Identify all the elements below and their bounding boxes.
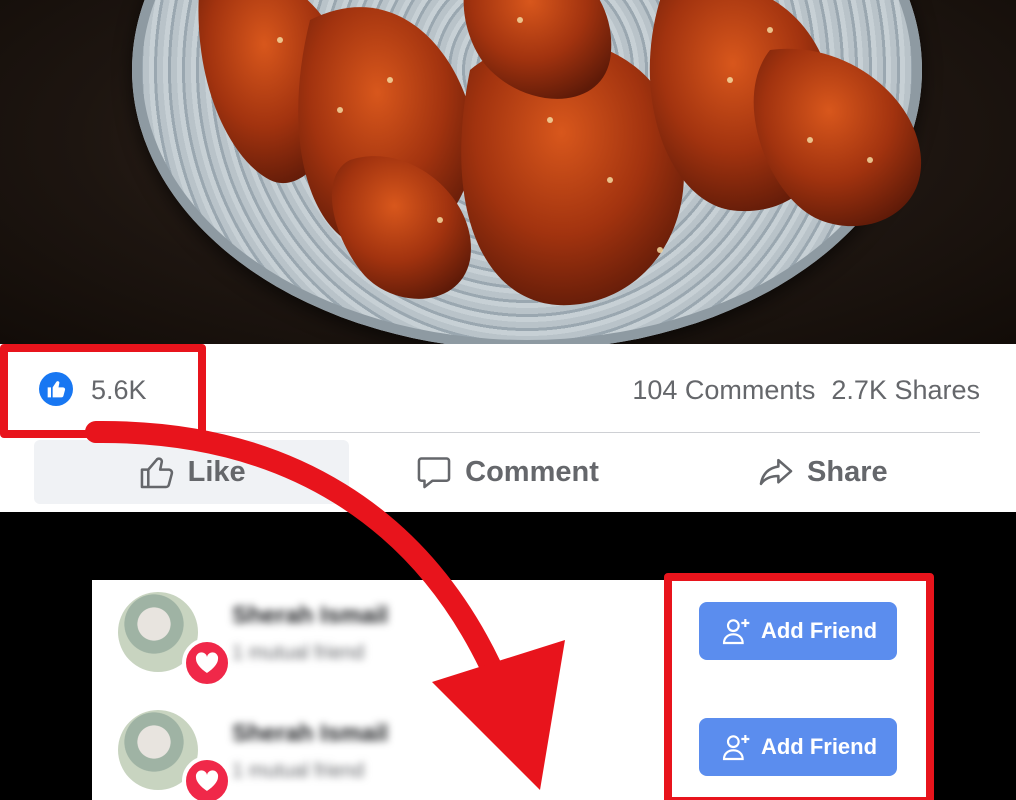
comment-button[interactable]: Comment (349, 440, 664, 504)
share-icon (759, 458, 793, 486)
like-button[interactable]: Like (34, 440, 350, 504)
share-label: Share (807, 455, 888, 488)
share-button[interactable]: Share (665, 440, 980, 504)
reaction-count-highlight (0, 344, 206, 438)
mutual-friends: 1 mutual friend (232, 642, 365, 664)
friend-name[interactable]: Sherah Ismail (232, 720, 388, 748)
fried-chicken (198, 0, 922, 306)
comment-icon (417, 457, 451, 489)
avatar[interactable] (118, 710, 232, 800)
avatar[interactable] (118, 592, 232, 688)
add-friend-highlight (664, 573, 934, 800)
comments-count[interactable]: 104 Comments (632, 375, 815, 406)
post-photo[interactable] (0, 0, 1016, 344)
shares-count[interactable]: 2.7K Shares (831, 375, 980, 406)
post-stats: 104 Comments 2.7K Shares (632, 375, 980, 406)
post-actions: Like Comment Share (34, 440, 980, 504)
comment-label: Comment (465, 455, 599, 488)
like-label: Like (187, 455, 246, 488)
thumbs-up-icon (140, 457, 173, 489)
mutual-friends: 1 mutual friend (232, 760, 365, 782)
screenshot-stage: 5.6K 104 Comments 2.7K Shares Like Comme… (0, 0, 1016, 800)
friend-name[interactable]: Sherah Ismail (232, 602, 388, 630)
heart-reaction-icon (182, 638, 232, 688)
heart-reaction-icon (182, 756, 232, 800)
